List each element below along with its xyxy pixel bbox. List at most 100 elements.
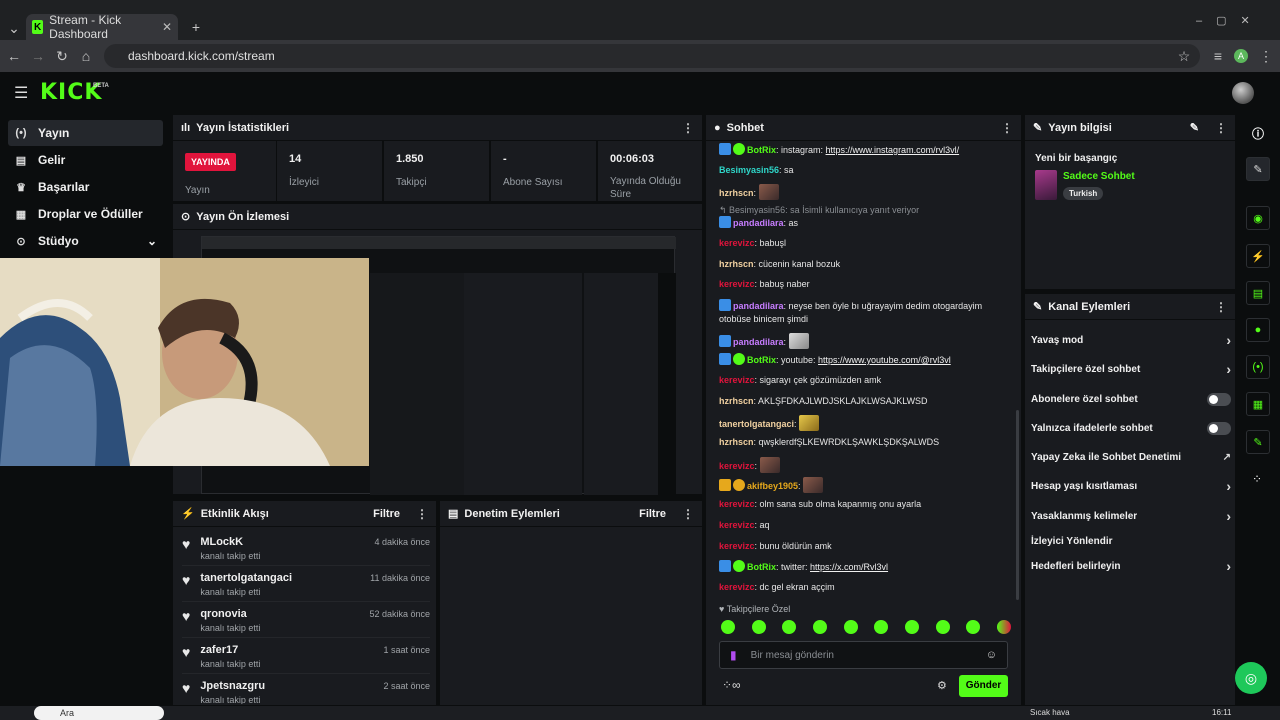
reload-icon[interactable]: ↻	[52, 44, 72, 68]
action-ai-moderation[interactable]: Yapay Zeka ile Sohbet Denetimi ↗	[1031, 444, 1231, 470]
tag-chip[interactable]: Turkish	[1063, 187, 1104, 200]
chat-bubble-icon[interactable]: ●	[1246, 318, 1270, 342]
user-avatar[interactable]	[1232, 82, 1254, 104]
broadcast-icon[interactable]: (•)	[1246, 355, 1270, 379]
chat-username[interactable]: kerevizc	[719, 520, 755, 530]
edit-pencil-icon[interactable]: ✎	[1190, 121, 1199, 134]
action-account-age[interactable]: Hesap yaşı kısıtlaması ›	[1031, 473, 1231, 499]
activity-user[interactable]: zafer17	[200, 644, 260, 656]
camera-icon[interactable]: ◉	[1246, 206, 1270, 230]
url-field[interactable]: dashboard.kick.com/stream	[104, 44, 1200, 68]
document-icon[interactable]: ▤	[1246, 281, 1270, 305]
taskbar-search[interactable]: Ara	[34, 706, 164, 720]
chat-username[interactable]: kerevizc	[719, 375, 755, 385]
category-link[interactable]: Sadece Sohbet	[1063, 171, 1135, 182]
chat-username[interactable]: pandadilara	[733, 301, 784, 311]
action-banned-words[interactable]: Yasaklanmış kelimeler ›	[1031, 503, 1231, 529]
media-icon[interactable]: ≡	[1208, 44, 1228, 68]
settings-gear-icon[interactable]: ⚙	[937, 679, 947, 692]
more-options-icon[interactable]: ⋮	[682, 121, 694, 135]
chat-username[interactable]: kerevizc	[719, 279, 755, 289]
browser-tab[interactable]: K Stream - Kick Dashboard ✕	[26, 13, 178, 41]
chat-username[interactable]: hzrhscn	[719, 396, 754, 406]
wrench-icon[interactable]: ✎	[1246, 430, 1270, 454]
chat-username[interactable]: kerevizc	[719, 238, 755, 248]
emote-icon[interactable]	[843, 620, 858, 634]
emote-icon[interactable]	[935, 620, 950, 634]
more-options-icon[interactable]: ⋮	[1215, 121, 1227, 135]
kick-dots-icon[interactable]: ⁘	[1252, 472, 1262, 486]
activity-user[interactable]: qronovia	[200, 608, 260, 620]
activity-user[interactable]: Jpetsnazgru	[200, 680, 265, 692]
filter-button[interactable]: Filtre	[373, 508, 400, 520]
chat-link[interactable]: https://www.youtube.com/@rvl3vl	[818, 355, 951, 365]
emote-icon[interactable]	[966, 620, 981, 634]
tab-list-icon[interactable]: ⌄	[4, 16, 24, 40]
action-set-goals[interactable]: Hedefleri belirleyin ›	[1031, 553, 1231, 579]
emote-icon[interactable]	[782, 620, 797, 634]
emote-icon[interactable]	[721, 620, 735, 634]
chat-username[interactable]: hzrhscn	[719, 188, 754, 198]
action-emote-only-chat[interactable]: Yalnızca ifadelerle sohbet	[1031, 415, 1231, 441]
chat-link[interactable]: https://x.com/Rvl3vl	[810, 562, 888, 572]
close-tab-icon[interactable]: ✕	[162, 20, 172, 34]
support-chat-icon[interactable]: ◎	[1235, 662, 1267, 694]
category-thumbnail[interactable]	[1035, 170, 1057, 200]
more-options-icon[interactable]: ⋮	[1215, 300, 1227, 314]
send-button[interactable]: Gönder	[959, 675, 1008, 697]
chat-username[interactable]: pandadilara	[733, 337, 784, 347]
emote-icon[interactable]	[751, 620, 766, 634]
chat-username[interactable]: BotRix	[747, 562, 776, 572]
chat-username[interactable]: kerevizc	[719, 499, 755, 509]
sidebar-item-basarilar[interactable]: ♛ Başarılar	[8, 174, 163, 200]
chat-username[interactable]: kerevizc	[719, 541, 755, 551]
action-subscribers-chat[interactable]: Abonelere özel sohbet	[1031, 386, 1231, 412]
bookmark-star-icon[interactable]: ☆	[1174, 44, 1194, 68]
chat-username[interactable]: hzrhscn	[719, 259, 754, 269]
emote-icon[interactable]	[812, 620, 827, 634]
chat-username[interactable]: Besimyasin56	[719, 165, 779, 175]
sidebar-item-gelir[interactable]: ▤ Gelir	[8, 147, 163, 173]
emote-icon[interactable]	[996, 620, 1011, 634]
window-controls[interactable]: –▢✕	[1196, 14, 1264, 27]
infinity-icon[interactable]: ⁘∞	[722, 678, 741, 692]
more-options-icon[interactable]: ⋮	[682, 507, 694, 521]
chat-username[interactable]: BotRix	[747, 355, 776, 365]
hamburger-menu-icon[interactable]: ☰	[14, 83, 28, 103]
lightning-icon[interactable]: ⚡	[1246, 244, 1270, 268]
chat-username[interactable]: akifbey1905	[747, 481, 798, 491]
filter-button[interactable]: Filtre	[639, 508, 666, 520]
toggle-switch[interactable]	[1207, 392, 1231, 406]
browser-menu-icon[interactable]: ⋮	[1256, 44, 1276, 68]
chat-username[interactable]: BotRix	[747, 145, 776, 155]
emoji-icon[interactable]: ☺	[986, 649, 997, 661]
activity-user[interactable]: MLockK	[200, 536, 260, 548]
activity-user[interactable]: tanertolgatangaci	[200, 572, 292, 584]
chevron-down-icon[interactable]: ⌄	[147, 234, 157, 248]
chat-scrollbar[interactable]	[1016, 410, 1019, 600]
more-options-icon[interactable]: ⋮	[416, 507, 428, 521]
action-host-channel[interactable]: İzleyici Yönlendir	[1031, 528, 1231, 554]
emote-icon[interactable]	[904, 620, 919, 634]
emote-icon[interactable]	[874, 620, 889, 634]
chat-input[interactable]: ▮ Bir mesaj gönderin ☺	[719, 641, 1008, 669]
edit-pencil-icon[interactable]: ✎	[1246, 157, 1270, 181]
new-tab-icon[interactable]: +	[186, 15, 206, 39]
chat-username[interactable]: pandadilara	[733, 218, 784, 228]
info-icon[interactable]: ⓘ	[1252, 125, 1264, 142]
home-icon[interactable]: ⌂	[76, 44, 96, 68]
toggle-switch[interactable]	[1207, 421, 1231, 435]
chat-username[interactable]: kerevizc	[719, 582, 755, 592]
action-slow-mode[interactable]: Yavaş mod ›	[1031, 327, 1231, 353]
action-followers-chat[interactable]: Takipçilere özel sohbet ›	[1031, 356, 1231, 382]
sidebar-item-yayin[interactable]: (•) Yayın	[8, 120, 163, 146]
forward-icon[interactable]: →	[28, 44, 48, 68]
layout-icon[interactable]: ▦	[1246, 392, 1270, 416]
chat-link[interactable]: https://www.instagram.com/rvl3vl/	[826, 145, 960, 155]
sidebar-item-droplar[interactable]: ▦ Droplar ve Ödüller	[8, 201, 163, 227]
chat-username[interactable]: kerevizc	[719, 461, 755, 471]
more-options-icon[interactable]: ⋮	[1001, 121, 1013, 135]
chat-username[interactable]: tanertolgatangaci	[719, 419, 794, 429]
profile-avatar[interactable]: A	[1234, 49, 1248, 63]
back-icon[interactable]: ←	[4, 44, 24, 68]
